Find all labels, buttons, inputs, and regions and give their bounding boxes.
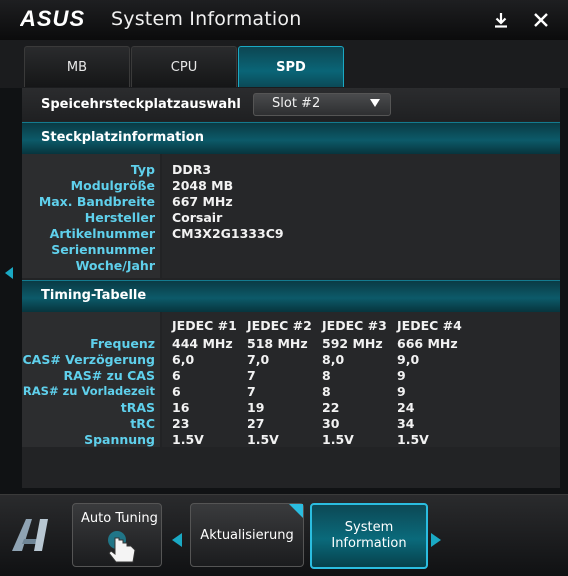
timing-cell: 592 MHz <box>322 336 383 351</box>
value-module-size: 2048 MB <box>172 178 234 193</box>
timing-cell: 7 <box>247 368 256 383</box>
column-header: JEDEC #2 <box>247 318 312 333</box>
timing-cell: 518 MHz <box>247 336 308 351</box>
scroll-left-arrow-icon[interactable] <box>172 533 182 547</box>
title-bar: ASUS System Information <box>0 0 568 41</box>
timing-cell: 8,0 <box>322 352 345 367</box>
timing-header: Timing-Tabelle <box>22 280 560 312</box>
slot-info-header: Steckplatzinformation <box>22 122 560 154</box>
tab-spd[interactable]: SPD <box>238 46 344 87</box>
slot-info-table: Typ Modulgröße Max. Bandbreite Herstelle… <box>22 154 560 278</box>
svg-text:ASUS: ASUS <box>20 6 85 31</box>
timing-cell: 1.5V <box>397 432 429 447</box>
column-header: JEDEC #1 <box>172 318 237 333</box>
touch-hand-icon <box>108 531 136 563</box>
label-week-year: Woche/Jahr <box>75 258 155 273</box>
timing-cell: 666 MHz <box>397 336 458 351</box>
timing-cell: 6 <box>172 368 181 383</box>
system-information-button[interactable]: System Information <box>310 503 428 569</box>
label-ras-precharge: RAS# zu Vorladezeit <box>22 384 155 398</box>
bottom-toolbar: Auto Tuning Aktualisierung System Inform… <box>0 494 568 576</box>
timing-cell: 8 <box>322 368 331 383</box>
tab-mb[interactable]: MB <box>24 46 130 87</box>
timing-cell: 1.5V <box>172 432 204 447</box>
tab-cpu[interactable]: CPU <box>131 46 237 87</box>
timing-cell: 27 <box>247 416 265 431</box>
auto-tuning-label: Auto Tuning <box>81 511 158 526</box>
label-module-size: Modulgröße <box>70 178 155 193</box>
label-frequency: Frequenz <box>90 336 155 351</box>
timing-cell: 8 <box>322 384 331 399</box>
timing-table: Frequenz CAS# Verzögerung RAS# zu CAS RA… <box>22 312 560 447</box>
slot-info-title: Steckplatzinformation <box>41 130 204 145</box>
label-cas-latency: CAS# Verzögerung <box>22 352 155 367</box>
asus-logo: ASUS <box>20 6 85 31</box>
scroll-right-arrow-icon[interactable] <box>431 533 441 547</box>
timing-labels: Frequenz CAS# Verzögerung RAS# zu CAS RA… <box>22 312 160 447</box>
timing-cell: 7,0 <box>247 352 270 367</box>
label-trc: tRC <box>130 416 155 431</box>
timing-cell: 1.5V <box>247 432 279 447</box>
timing-cell: 24 <box>397 400 415 415</box>
timing-cell: 1.5V <box>322 432 354 447</box>
column-header: JEDEC #3 <box>322 318 387 333</box>
timing-cell: 6 <box>172 384 181 399</box>
window-title: System Information <box>111 8 302 30</box>
spd-panel: Speicehrsteckplatzauswahl Slot #2 Steckp… <box>22 88 560 488</box>
slot-dropdown-value: Slot #2 <box>272 96 321 111</box>
update-button[interactable]: Aktualisierung <box>190 503 304 567</box>
value-manufacturer: Corsair <box>172 210 223 225</box>
label-voltage: Spannung <box>84 432 155 447</box>
label-max-bandwidth: Max. Bandbreite <box>38 194 155 209</box>
timing-cell: 6,0 <box>172 352 195 367</box>
update-label: Aktualisierung <box>200 528 294 543</box>
timing-values: JEDEC #1 JEDEC #2 JEDEC #3 JEDEC #4 444 … <box>162 312 560 447</box>
system-information-line2: Information <box>331 536 407 551</box>
collapse-left-arrow-icon[interactable] <box>5 267 13 279</box>
label-type: Typ <box>130 162 155 177</box>
label-ras-to-cas: RAS# zu CAS <box>63 368 155 383</box>
timing-cell: 22 <box>322 400 340 415</box>
timing-cell: 7 <box>247 384 256 399</box>
label-tras: tRAS <box>120 400 155 415</box>
system-information-line1: System <box>344 520 394 535</box>
timing-cell: 30 <box>322 416 340 431</box>
minimize-to-tray-button[interactable] <box>489 8 513 32</box>
label-serial-number: Seriennummer <box>51 242 155 257</box>
slot-info-labels: Typ Modulgröße Max. Bandbreite Herstelle… <box>22 154 160 278</box>
timing-cell: 23 <box>172 416 190 431</box>
timing-cell: 9 <box>397 384 406 399</box>
timing-cell: 16 <box>172 400 190 415</box>
slot-selector-row: Speicehrsteckplatzauswahl Slot #2 <box>22 88 560 121</box>
slot-dropdown[interactable]: Slot #2 <box>253 93 391 116</box>
label-part-number: Artikelnummer <box>49 226 155 241</box>
slot-selector-label: Speicehrsteckplatzauswahl <box>41 97 241 112</box>
close-icon <box>534 13 548 27</box>
timing-cell: 19 <box>247 400 265 415</box>
value-type: DDR3 <box>172 162 212 177</box>
tab-strip: MB CPU SPD <box>0 40 568 88</box>
timing-cell: 9 <box>397 368 406 383</box>
system-information-label: System Information <box>312 520 426 552</box>
value-part-number: CM3X2G1333C9 <box>172 226 284 241</box>
label-manufacturer: Hersteller <box>84 210 155 225</box>
column-header: JEDEC #4 <box>397 318 462 333</box>
timing-cell: 34 <box>397 416 415 431</box>
ai-suite-logo-icon <box>12 519 48 551</box>
slot-info-values: DDR3 2048 MB 667 MHz Corsair CM3X2G1333C… <box>162 154 560 278</box>
value-max-bandwidth: 667 MHz <box>172 194 233 209</box>
timing-cell: 444 MHz <box>172 336 233 351</box>
close-button[interactable] <box>529 8 553 32</box>
page-corner-icon <box>289 504 303 518</box>
system-information-window: ASUS System Information MB CPU SPD Speic… <box>0 0 568 576</box>
timing-cell: 9,0 <box>397 352 420 367</box>
download-icon <box>495 13 507 28</box>
timing-title: Timing-Tabelle <box>41 288 147 303</box>
auto-tuning-button[interactable]: Auto Tuning <box>72 503 162 567</box>
chevron-down-icon <box>370 99 380 107</box>
